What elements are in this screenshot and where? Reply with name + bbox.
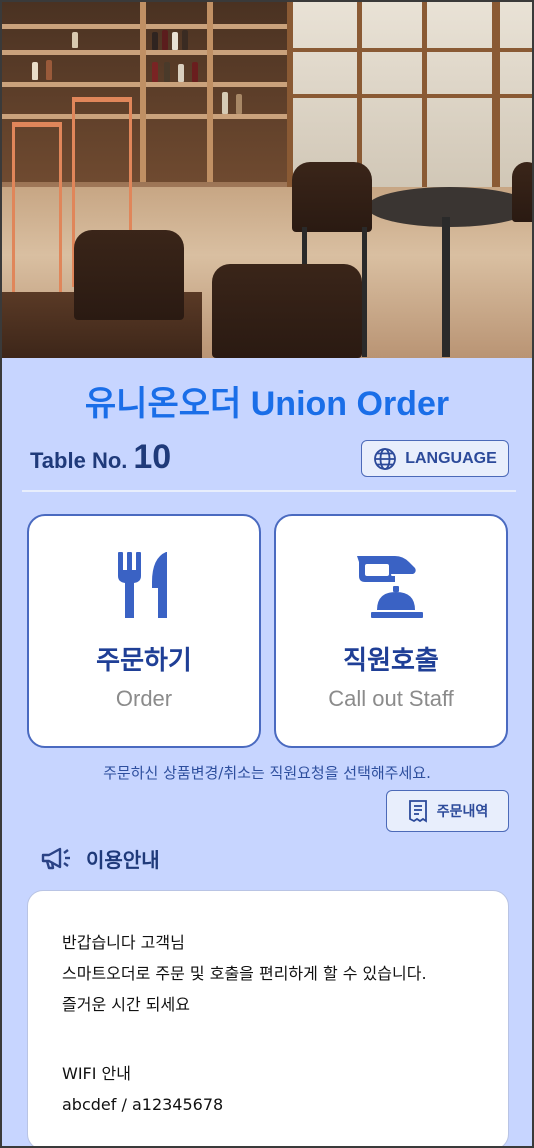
table-number: Table No. 10 (30, 438, 171, 477)
guide-line: WIFI 안내 (62, 1064, 131, 1083)
megaphone-icon (41, 847, 70, 869)
guide-line: 즐거운 시간 되세요 (62, 995, 190, 1014)
order-button[interactable]: 주문하기 Order (27, 514, 261, 748)
notice-text: 주문하신 상품변경/취소는 직원요청을 선택해주세요. (103, 764, 431, 782)
guide-line: 반갑습니다 고객님 (62, 933, 185, 952)
table-label: Table No. (30, 448, 128, 473)
language-button[interactable]: LANGUAGE (361, 440, 509, 477)
app-frame: 유니온오더 Union Order Table No. 10 LANGUAGE 주… (0, 0, 534, 1148)
order-history-label: 주문내역 (436, 804, 489, 820)
order-label-ko: 주문하기 (96, 646, 192, 676)
language-button-label: LANGUAGE (405, 449, 497, 467)
staff-label-ko: 직원호출 (343, 646, 439, 676)
globe-icon (374, 447, 397, 470)
app-title: 유니온오더 Union Order (84, 385, 450, 423)
receipt-icon (408, 800, 427, 823)
guide-line: abcdef / a12345678 (62, 1095, 224, 1114)
call-staff-button[interactable]: 직원호출 Call out Staff (274, 514, 508, 748)
guide-heading: 이용안내 (40, 844, 160, 873)
divider (22, 490, 516, 492)
guide-line: 스마트오더로 주문 및 호출을 편리하게 할 수 있습니다. (62, 964, 427, 983)
order-history-button[interactable]: 주문내역 (386, 790, 509, 832)
guide-box: 반갑습니다 고객님 스마트오더로 주문 및 호출을 편리하게 할 수 있습니다.… (27, 890, 509, 1146)
order-label-en: Order (115, 686, 173, 711)
staff-label-en: Call out Staff (328, 686, 454, 711)
hero-image (2, 2, 532, 358)
table-number-value: 10 (133, 438, 172, 476)
fork-knife-icon (118, 552, 167, 618)
guide-heading-text: 이용안내 (86, 848, 160, 872)
service-bell-hand-icon (357, 556, 423, 618)
